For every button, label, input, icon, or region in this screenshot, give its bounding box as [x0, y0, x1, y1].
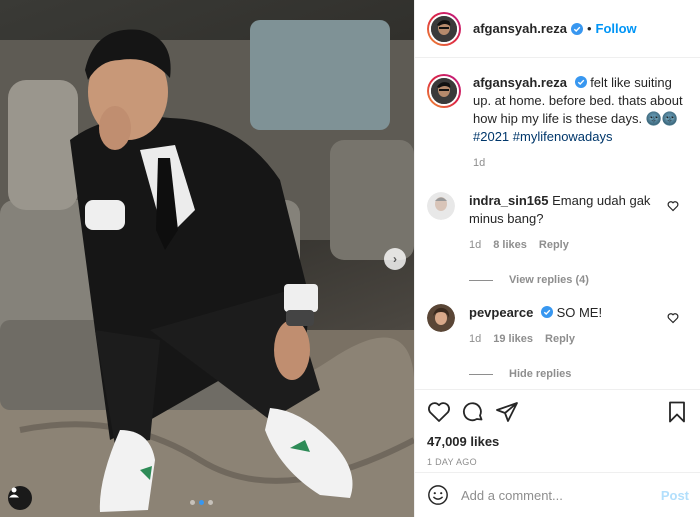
caption-body: afgansyah.reza felt like suiting up. at …: [473, 74, 689, 172]
post-timestamp[interactable]: 1 DAY AGO: [427, 457, 689, 467]
comment-meta: 1d 8 likes Reply: [469, 236, 669, 254]
comment-input[interactable]: [461, 487, 661, 503]
hashtag-link[interactable]: #mylifenowadays: [513, 129, 613, 144]
heart-icon[interactable]: [427, 400, 451, 424]
comment-likes[interactable]: 8 likes: [493, 236, 527, 254]
comment-item: indra_sin165 Emang udah gak minus bang? …: [415, 192, 700, 254]
comment-likes[interactable]: 19 likes: [493, 330, 533, 348]
user-icon: [9, 487, 19, 498]
post-comment-button[interactable]: Post: [661, 488, 689, 503]
view-replies-toggle[interactable]: View replies (4): [469, 274, 700, 286]
avatar-image: [431, 15, 457, 42]
carousel-indicator: [190, 500, 213, 505]
reply-button[interactable]: Reply: [545, 330, 575, 348]
verified-badge-icon: [574, 76, 587, 88]
carousel-dot: [190, 500, 195, 505]
heart-outline-icon[interactable]: [667, 312, 679, 324]
comment-username[interactable]: indra_sin165: [469, 193, 549, 208]
caption-age[interactable]: 1d: [473, 154, 689, 172]
chevron-right-icon: ›: [393, 252, 397, 266]
separator-dot: •: [586, 21, 592, 36]
reply-button[interactable]: Reply: [539, 236, 569, 254]
comment-body: pevpearce SO ME! 1d 19 likes Reply: [469, 304, 669, 348]
action-bar: [427, 400, 689, 424]
replies-divider: [469, 373, 493, 375]
replies-divider: [469, 279, 493, 281]
photo-illustration: [0, 20, 414, 517]
author-username[interactable]: afgansyah.reza: [473, 21, 567, 36]
post-photo[interactable]: ›: [0, 0, 414, 517]
comment-age[interactable]: 1d: [469, 236, 481, 254]
comment-body: indra_sin165 Emang udah gak minus bang? …: [469, 192, 669, 254]
hide-replies-label: Hide replies: [509, 368, 572, 380]
post-header: afgansyah.reza • Follow: [415, 0, 700, 58]
hide-replies-toggle[interactable]: Hide replies: [469, 368, 700, 380]
verified-badge-icon: [570, 22, 583, 35]
like-count[interactable]: 47,009 likes: [427, 434, 689, 449]
author-avatar[interactable]: [427, 11, 461, 46]
post-caption: afgansyah.reza felt like suiting up. at …: [415, 58, 700, 172]
comment-meta: 1d 19 likes Reply: [469, 330, 669, 348]
caption-username[interactable]: afgansyah.reza: [473, 75, 567, 90]
tagged-users-button[interactable]: [8, 486, 32, 510]
follow-button[interactable]: Follow: [596, 21, 637, 36]
comments-list[interactable]: afgansyah.reza felt like suiting up. at …: [415, 58, 700, 388]
carousel-dot-active: [199, 500, 204, 505]
next-photo-button[interactable]: ›: [384, 248, 406, 270]
bookmark-icon[interactable]: [665, 400, 689, 424]
comment-composer: Post: [415, 472, 700, 517]
comment-age[interactable]: 1d: [469, 330, 481, 348]
view-replies-label: View replies (4): [509, 274, 589, 286]
avatar-image: [431, 78, 457, 104]
commenter-avatar[interactable]: [427, 192, 455, 220]
share-icon[interactable]: [495, 400, 519, 424]
post-actions: 47,009 likes 1 DAY AGO: [415, 389, 700, 467]
caption-avatar[interactable]: [427, 74, 461, 108]
commenter-avatar[interactable]: [427, 304, 455, 332]
heart-outline-icon[interactable]: [667, 200, 679, 212]
emoji-icon[interactable]: [427, 484, 449, 506]
hashtag-link[interactable]: #2021: [473, 129, 509, 144]
comment-text: SO ME!: [556, 305, 603, 320]
comment-item: pevpearce SO ME! 1d 19 likes Reply: [415, 304, 700, 348]
comment-icon[interactable]: [461, 400, 485, 424]
verified-badge-icon: [540, 306, 553, 318]
comment-username[interactable]: pevpearce: [469, 305, 533, 320]
carousel-dot: [208, 500, 213, 505]
post-details-panel: afgansyah.reza • Follow afgansyah.reza f…: [414, 0, 700, 517]
